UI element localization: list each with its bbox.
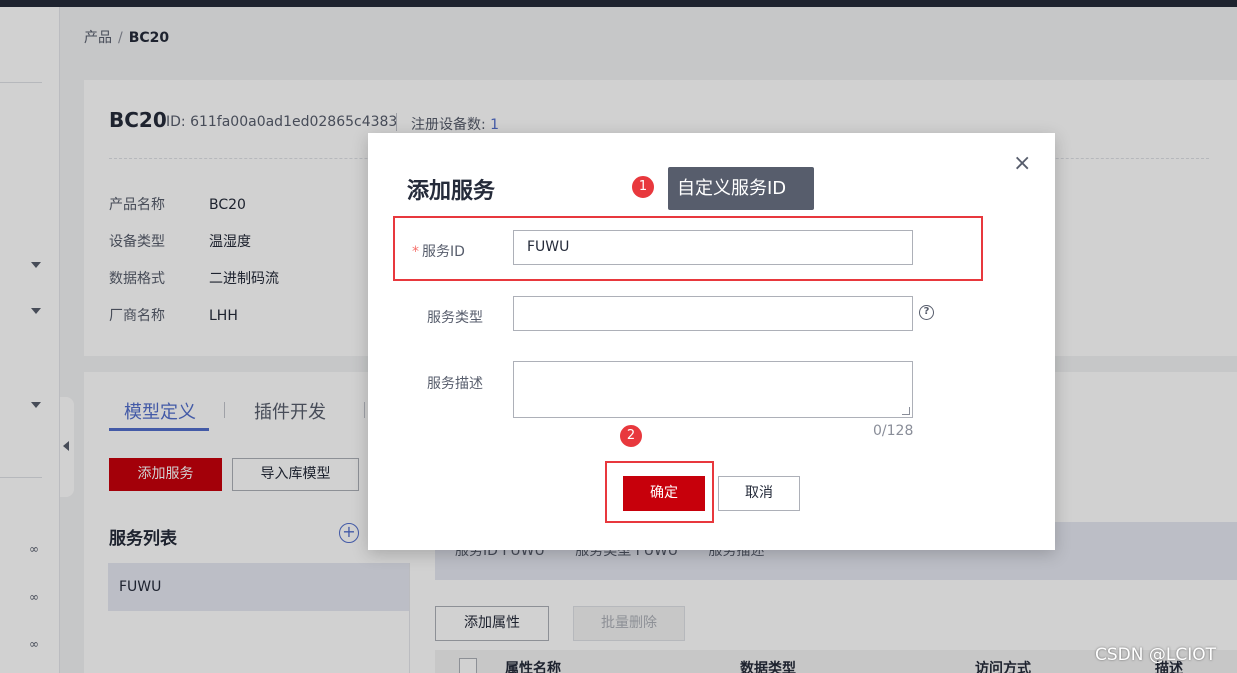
annotation-tooltip: 自定义服务ID: [668, 167, 814, 210]
service-type-input[interactable]: [513, 296, 913, 331]
dialog-title: 添加服务: [407, 179, 496, 204]
service-desc-textarea[interactable]: [513, 361, 913, 418]
annotation-highlight-service-id: [393, 216, 983, 281]
annotation-badge-2: 2: [619, 424, 643, 448]
close-icon[interactable]: ×: [1013, 153, 1031, 175]
char-counter: 0/128: [873, 423, 914, 439]
annotation-badge-1: 1: [631, 175, 655, 199]
cancel-button[interactable]: 取消: [718, 476, 800, 511]
service-desc-label: 服务描述: [427, 376, 483, 392]
annotation-highlight-confirm: [605, 461, 714, 523]
help-icon[interactable]: ?: [919, 305, 934, 320]
resize-handle-icon[interactable]: [902, 407, 910, 415]
service-type-label: 服务类型: [427, 310, 483, 326]
watermark: CSDN @LCIOT: [1095, 645, 1216, 665]
